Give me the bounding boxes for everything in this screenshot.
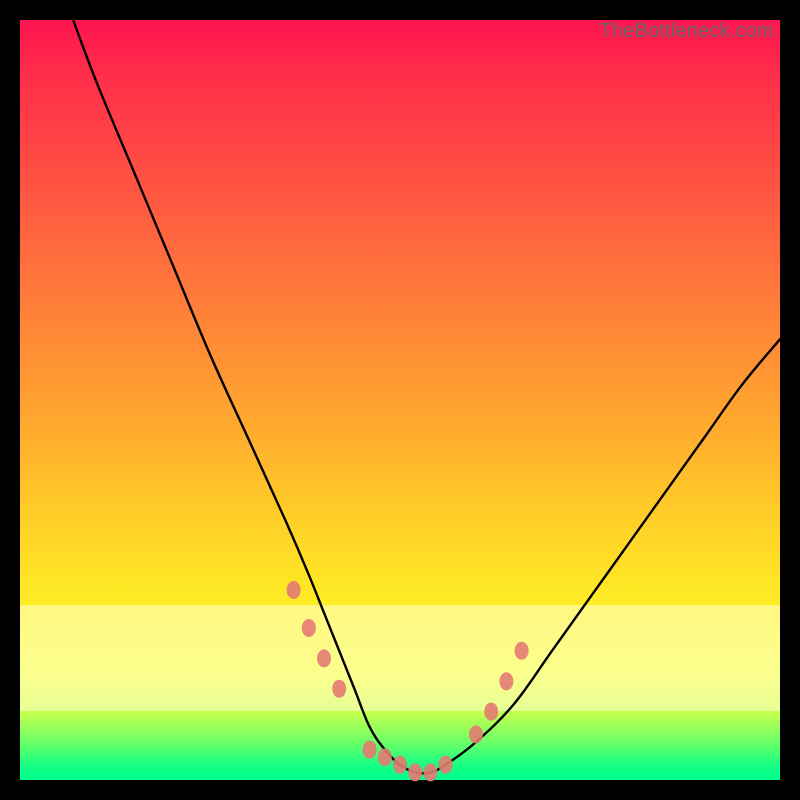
chart-svg [20,20,780,780]
marker-dot [302,619,316,637]
marker-dot [515,642,529,660]
watermark-text: TheBottleneck.com [599,20,774,43]
marker-dot [332,680,346,698]
marker-dot [317,649,331,667]
marker-dot [469,725,483,743]
marker-dot [499,672,513,690]
plot-area: TheBottleneck.com [20,20,780,780]
marker-dot [378,748,392,766]
bottleneck-curve [73,20,780,773]
marker-dot [439,756,453,774]
marker-dot [287,581,301,599]
marker-dot [484,703,498,721]
marker-dot [363,741,377,759]
marker-dot [423,763,437,781]
marker-dot [393,756,407,774]
marker-dot [408,763,422,781]
outer-frame: TheBottleneck.com [0,0,800,800]
